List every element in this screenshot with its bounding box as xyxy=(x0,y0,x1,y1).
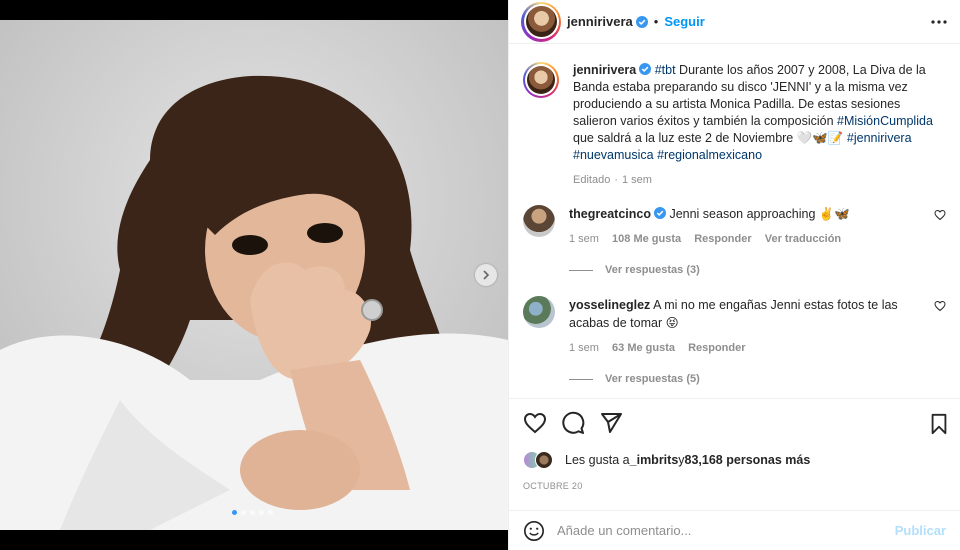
caption-text-part: que saldrá a la luz este 2 de Noviembre … xyxy=(573,131,847,145)
publish-button[interactable]: Publicar xyxy=(895,523,946,538)
carousel-dot xyxy=(259,510,264,515)
replies-line xyxy=(569,269,593,271)
translate-button[interactable]: Ver traducción xyxy=(765,233,841,245)
comment-meta: 1 sem 108 Me gusta Responder Ver traducc… xyxy=(569,230,929,248)
comment-meta: 1 sem 63 Me gusta Responder xyxy=(569,339,929,357)
post-header: jennirivera • Seguir xyxy=(509,0,960,44)
separator-dot: • xyxy=(653,14,659,29)
commenter-avatar[interactable] xyxy=(523,205,555,237)
bookmark-icon[interactable] xyxy=(928,413,950,435)
author-avatar[interactable] xyxy=(521,1,561,42)
follow-button[interactable]: Seguir xyxy=(664,14,704,29)
liker-avatars xyxy=(523,451,553,469)
commenter-avatar[interactable] xyxy=(523,296,555,328)
post-photo xyxy=(0,20,508,530)
comment-item: thegreatcinco Jenni season approaching ✌… xyxy=(523,205,946,248)
comment-item: yosselineglez A mi no me engañas Jenni e… xyxy=(523,296,946,357)
like-comment-heart-icon[interactable] xyxy=(934,209,946,221)
reply-button[interactable]: Responder xyxy=(688,342,745,354)
liker-avatar xyxy=(535,451,553,469)
caption-avatar[interactable] xyxy=(523,62,559,98)
carousel-indicator xyxy=(232,510,273,515)
share-paper-plane-icon[interactable] xyxy=(599,411,623,435)
bullet: · xyxy=(614,174,618,186)
more-options-icon[interactable] xyxy=(930,13,948,31)
carousel-dot xyxy=(232,510,237,515)
post-actions: Les gusta a _imbrits y 83,168 personas m… xyxy=(509,398,960,510)
hashtag-link[interactable]: #jennirivera xyxy=(847,131,912,145)
view-replies-label[interactable]: Ver respuestas (5) xyxy=(605,373,700,385)
like-comment-heart-icon[interactable] xyxy=(934,300,946,312)
reply-button[interactable]: Responder xyxy=(694,233,751,245)
comment-time[interactable]: 1 sem xyxy=(569,233,599,245)
hashtag-link[interactable]: #nuevamusica xyxy=(573,148,654,162)
hashtag-link[interactable]: #tbt xyxy=(655,63,676,77)
carousel-next-button[interactable] xyxy=(475,264,497,286)
likes-summary: Les gusta a _imbrits y 83,168 personas m… xyxy=(523,451,946,469)
replies-line xyxy=(569,378,593,380)
comment-bubble-icon[interactable] xyxy=(561,411,585,435)
caption-username[interactable]: jennirivera xyxy=(573,63,636,77)
carousel-dot xyxy=(241,510,246,515)
caption-meta: Editado · 1 sem xyxy=(573,172,945,189)
add-comment-bar: Publicar xyxy=(509,510,960,550)
comment-username[interactable]: yosselineglez xyxy=(569,298,650,312)
action-bar xyxy=(523,399,946,447)
comment-username[interactable]: thegreatcinco xyxy=(569,207,651,221)
verified-badge-icon xyxy=(639,63,652,75)
carousel-dot xyxy=(250,510,255,515)
view-replies-button[interactable]: Ver respuestas (3) xyxy=(569,264,946,276)
comment-input[interactable] xyxy=(557,523,895,538)
like-heart-icon[interactable] xyxy=(523,411,547,435)
emoji-icon[interactable] xyxy=(523,520,545,542)
comment-likes[interactable]: 108 Me gusta xyxy=(612,233,681,245)
caption-text: jennirivera #tbt Durante los años 2007 y… xyxy=(573,62,945,189)
carousel-dot xyxy=(268,510,273,515)
post-caption: jennirivera #tbt Durante los años 2007 y… xyxy=(523,52,946,189)
author-username[interactable]: jennirivera xyxy=(567,14,633,29)
comment-time[interactable]: 1 sem xyxy=(569,342,599,354)
verified-badge-icon xyxy=(635,15,648,28)
verified-badge-icon xyxy=(653,207,666,219)
liker-username[interactable]: _imbrits xyxy=(630,453,679,467)
view-replies-label[interactable]: Ver respuestas (3) xyxy=(605,264,700,276)
likes-count[interactable]: 83,168 personas más xyxy=(685,453,811,467)
comments-list[interactable]: jennirivera #tbt Durante los años 2007 y… xyxy=(509,52,960,397)
view-replies-button[interactable]: Ver respuestas (5) xyxy=(569,373,946,385)
likes-prefix: Les gusta a xyxy=(565,453,630,467)
hashtag-link[interactable]: #regionalmexicano xyxy=(657,148,762,162)
chevron-right-icon xyxy=(483,270,490,280)
post-media[interactable] xyxy=(0,20,508,530)
post-date[interactable]: OCTUBRE 20 xyxy=(523,481,946,491)
edited-label: Editado xyxy=(573,174,611,186)
caption-time[interactable]: 1 sem xyxy=(622,174,652,186)
comment-likes[interactable]: 63 Me gusta xyxy=(612,342,675,354)
comment-text: Jenni season approaching ✌️🦋 xyxy=(669,207,850,221)
post-details-panel: jennirivera • Seguir jennirivera #tbt Du… xyxy=(508,0,960,550)
hashtag-link[interactable]: #MisiónCumplida xyxy=(837,114,933,128)
